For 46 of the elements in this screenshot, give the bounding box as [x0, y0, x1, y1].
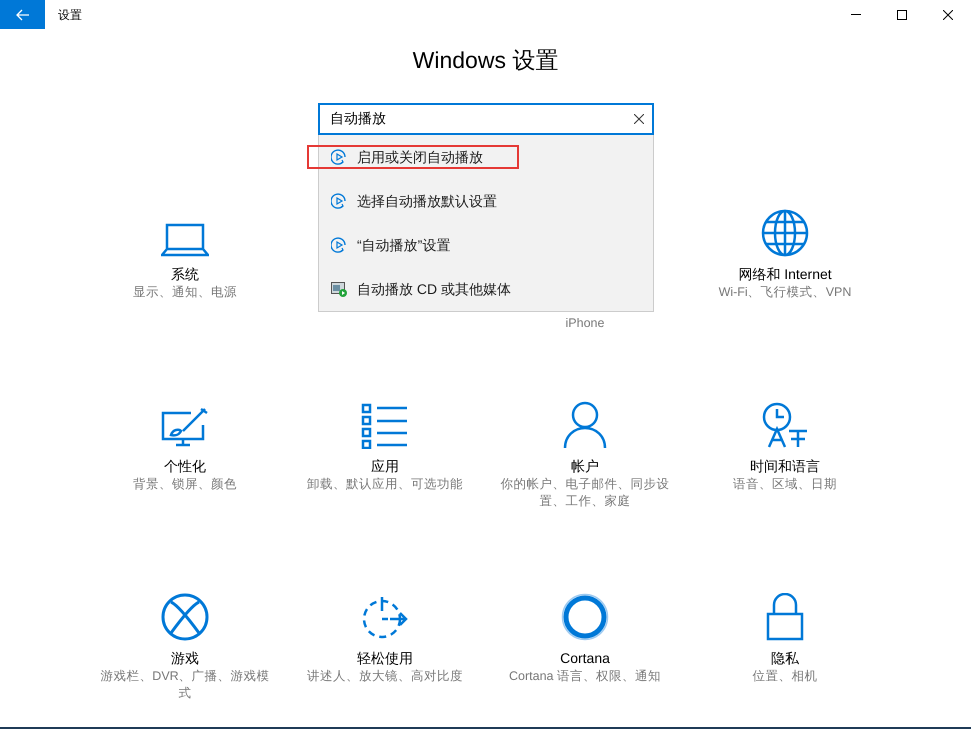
category-description: Cortana 语言、权限、通知	[508, 668, 662, 684]
play-circle-icon	[331, 193, 347, 209]
lock-icon	[766, 592, 804, 640]
category-title[interactable]: 时间和语言	[750, 456, 820, 476]
category-title[interactable]: Cortana	[560, 648, 610, 668]
category-title[interactable]: 帐户	[571, 456, 599, 476]
category-title[interactable]: 应用	[371, 456, 399, 476]
person-icon	[563, 400, 607, 448]
search-field[interactable]: 自动播放	[318, 103, 654, 135]
suggestion-item[interactable]: 启用或关闭自动播放	[319, 135, 653, 179]
dashed-circle-arrow-icon	[360, 594, 410, 640]
category-description: Wi-Fi、飞行模式、VPN	[718, 284, 852, 300]
suggestion-item[interactable]: “自动播放”设置	[319, 223, 653, 267]
close-icon	[943, 10, 953, 20]
category-title[interactable]: 网络和 Internet	[738, 264, 832, 284]
category-description: 讲述人、放大镜、高对比度	[306, 668, 464, 684]
clock-icon	[761, 400, 809, 448]
play-circle-icon	[331, 237, 347, 253]
list-icon	[361, 402, 409, 448]
category-title[interactable]: 游戏	[171, 648, 199, 668]
suggestion-item[interactable]: 自动播放 CD 或其他媒体	[319, 267, 653, 311]
page-heading: Windows 设置	[412, 46, 558, 75]
category-description: 游戏栏、DVR、广播、游戏模式	[99, 668, 271, 702]
clear-icon[interactable]	[634, 114, 644, 124]
category-description: 显示、通知、电源	[132, 284, 238, 300]
category-title[interactable]: 隐私	[771, 648, 799, 668]
suggestion-item[interactable]: 选择自动播放默认设置	[319, 179, 653, 223]
category-description: 语音、区域、日期	[732, 476, 838, 492]
back-arrow-icon	[16, 8, 30, 20]
category-title[interactable]: 轻松使用	[357, 648, 413, 668]
globe-icon	[761, 208, 809, 256]
maximize-icon	[897, 10, 907, 20]
category-description: 背景、锁屏、颜色	[132, 476, 238, 492]
media-window-icon	[331, 281, 347, 297]
ring-icon	[561, 592, 609, 640]
window-title: 设置	[58, 6, 82, 24]
category-description: 你的帐户、电子邮件、同步设置、工作、家庭	[500, 476, 670, 510]
play-circle-icon	[331, 149, 347, 165]
category-description: 位置、相机	[752, 668, 818, 684]
category-description: iPhone	[566, 314, 604, 332]
minimize-icon	[851, 14, 861, 15]
laptop-icon	[161, 222, 209, 256]
category-description: 卸载、默认应用、可选功能	[306, 476, 464, 492]
monitor-brush-icon	[161, 406, 209, 448]
category-title[interactable]: 系统	[171, 264, 199, 284]
category-title[interactable]: 个性化	[164, 456, 206, 476]
